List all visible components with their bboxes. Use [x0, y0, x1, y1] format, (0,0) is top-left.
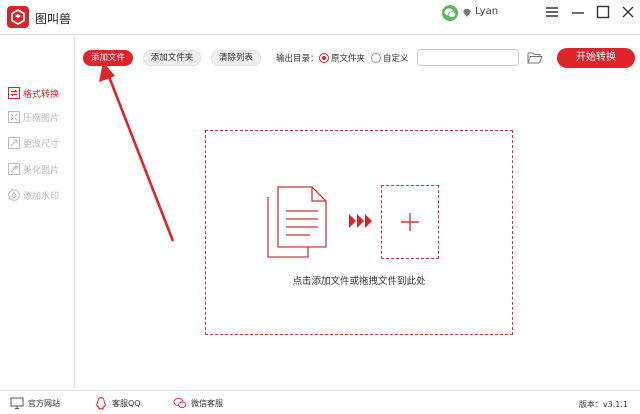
beautify-icon: [8, 163, 20, 175]
start-convert-button[interactable]: 开始转换: [557, 48, 635, 68]
triple-arrow-icon: [349, 214, 372, 228]
add-folder-button[interactable]: 添加文件夹: [143, 50, 201, 66]
wechat-avatar-icon[interactable]: [442, 5, 458, 21]
monitor-icon: [10, 397, 24, 409]
vip-diamond-icon: [463, 9, 471, 17]
radio-source-folder[interactable]: [319, 53, 329, 63]
qq-support-label: 客服QQ: [112, 398, 141, 408]
close-icon[interactable]: [620, 4, 636, 20]
title-bar: 图叫兽 Lyan: [0, 0, 640, 34]
file-drop-zone[interactable]: 点击添加文件或拖拽文件到此处: [205, 130, 513, 335]
sidebar-item-label: 美化图片: [23, 165, 60, 176]
qq-penguin-icon: [96, 397, 106, 410]
output-path-input[interactable]: [417, 49, 519, 66]
resize-icon: [8, 137, 20, 149]
documents-icon: [267, 186, 327, 258]
menu-icon[interactable]: [544, 4, 560, 20]
sidebar-item-resize[interactable]: 更改尺寸: [8, 135, 74, 151]
sidebar-item-label: 格式转换: [23, 89, 60, 100]
folder-open-icon[interactable]: [527, 51, 543, 65]
clear-list-button[interactable]: 清除列表: [211, 50, 261, 66]
qq-support-link[interactable]: 客服QQ: [94, 396, 141, 410]
version-label: 版本：v3.1.1: [578, 400, 628, 409]
official-website-link[interactable]: 官方网站: [10, 396, 60, 410]
app-logo-icon: [7, 6, 29, 28]
drop-zone-hint: 点击添加文件或拖拽文件到此处: [292, 276, 426, 287]
plus-icon: [401, 213, 419, 231]
app-title: 图叫兽: [35, 12, 72, 26]
sidebar-item-beautify[interactable]: 美化图片: [8, 161, 74, 177]
sidebar-item-label: 添加水印: [23, 191, 60, 202]
wechat-icon: [173, 397, 187, 409]
official-website-label: 官方网站: [28, 398, 60, 408]
radio-custom-label: 自定义: [383, 54, 409, 64]
add-file-button[interactable]: 添加文件: [83, 50, 133, 66]
user-name[interactable]: Lyan: [475, 6, 498, 17]
wechat-support-link[interactable]: 微信客服: [173, 396, 223, 410]
add-file-box[interactable]: [381, 185, 439, 259]
wechat-support-label: 微信客服: [191, 398, 223, 408]
status-bar: 官方网站 客服QQ 微信客服 版本：v3.1.1: [0, 390, 640, 414]
compress-icon: [8, 111, 20, 123]
output-dir-label: 输出目录：: [276, 54, 319, 64]
sidebar-item-label: 更改尺寸: [23, 139, 60, 150]
watermark-icon: [8, 189, 20, 201]
radio-source-folder-label: 原文件夹: [331, 54, 366, 64]
maximize-icon[interactable]: [595, 4, 611, 20]
minimize-icon[interactable]: [570, 4, 586, 20]
sidebar-item-watermark[interactable]: 添加水印: [8, 187, 74, 203]
sidebar: 格式转换 压缩图片 更改尺寸 美化图片 添加水印: [0, 34, 75, 390]
convert-icon: [8, 87, 20, 99]
sidebar-item-format-convert[interactable]: 格式转换: [8, 85, 74, 101]
sidebar-item-compress[interactable]: 压缩图片: [8, 109, 74, 125]
radio-custom[interactable]: [371, 53, 381, 63]
sidebar-item-label: 压缩图片: [23, 113, 60, 124]
toolbar: 添加文件 添加文件夹 清除列表 输出目录： 原文件夹 自定义 开始转换: [75, 34, 640, 80]
